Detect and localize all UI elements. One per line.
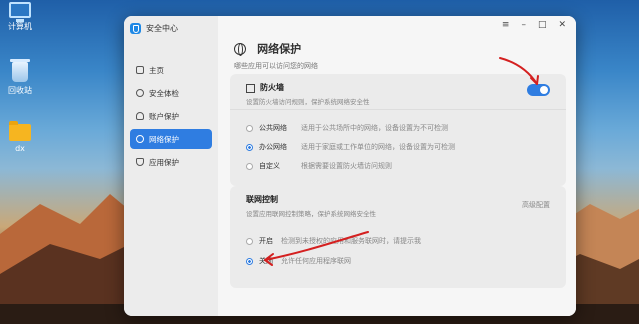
network-option-on[interactable]: 开启 检测到未授权的应用和服务联网时，请提示我 [246, 236, 421, 246]
scan-icon [136, 89, 144, 97]
firewall-icon [246, 84, 255, 93]
firewall-option-office[interactable]: 办公网络 适用于家庭或工作单位的网络，设备设置为可检测 [246, 142, 455, 152]
network-control-header: 联网控制 设置应用联网控制策略，保护系统网络安全性 高级配置 [230, 186, 566, 222]
sidebar-item-label: 账户保护 [149, 111, 179, 121]
option-name: 关闭 [259, 257, 273, 265]
option-name: 公共网络 [259, 124, 287, 132]
window-controls: ≡ – □ ✕ [502, 20, 566, 30]
option-desc: 适用于家庭或工作单位的网络，设备设置为可检测 [301, 143, 455, 151]
firewall-desc: 设置防火墙访问规则，保护系统网络安全性 [246, 98, 370, 106]
trash-icon [10, 59, 30, 82]
close-button[interactable]: ✕ [558, 20, 566, 30]
firewall-option-custom[interactable]: 自定义 根据需要设置防火墙访问规则 [246, 161, 392, 171]
sidebar-item-account[interactable]: 账户保护 [130, 106, 212, 126]
sidebar-item-home[interactable]: 主页 [130, 60, 212, 80]
sidebar-item-label: 安全体检 [149, 88, 179, 98]
page-title: 网络保护 [257, 42, 302, 56]
sidebar-item-label: 网络保护 [149, 134, 179, 144]
firewall-title: 防火墙 [260, 83, 284, 92]
desktop-icon-trash[interactable]: 回收站 [0, 59, 40, 96]
minimize-button[interactable]: – [521, 20, 526, 30]
firewall-toggle[interactable] [527, 84, 550, 96]
sidebar: 安全中心 主页 安全体检 账户保护 网络保护 应用保护 [124, 16, 218, 316]
firewall-option-public[interactable]: 公共网络 适用于公共场所中的网络，设备设置为不可检测 [246, 123, 448, 133]
firewall-card: 防火墙 设置防火墙访问规则，保护系统网络安全性 公共网络 适用于公共场所中的网络… [230, 74, 566, 186]
option-name: 开启 [259, 237, 273, 245]
sidebar-item-scan[interactable]: 安全体检 [130, 83, 212, 103]
option-desc: 适用于公共场所中的网络，设备设置为不可检测 [301, 124, 448, 132]
menu-button[interactable]: ≡ [502, 20, 510, 30]
radio-office[interactable] [246, 143, 253, 151]
security-center-window: 安全中心 主页 安全体检 账户保护 网络保护 应用保护 ≡ – □ ✕ 网络保护… [124, 16, 576, 316]
option-desc: 允许任何应用程序联网 [281, 257, 351, 265]
window-title: 安全中心 [146, 23, 178, 33]
network-option-off[interactable]: 关闭 允许任何应用程序联网 [246, 256, 351, 266]
app-logo-icon [130, 22, 141, 34]
option-name: 自定义 [259, 162, 280, 170]
maximize-button[interactable]: □ [538, 20, 547, 30]
sidebar-item-label: 应用保护 [149, 157, 179, 167]
globe-icon [234, 42, 246, 56]
page-subtitle: 哪些应用可以访问您的网络 [234, 62, 318, 70]
home-icon [136, 66, 144, 74]
network-control-desc: 设置应用联网控制策略，保护系统网络安全性 [246, 210, 376, 218]
desktop-icon-label: dx [15, 144, 25, 153]
option-desc: 根据需要设置防火墙访问规则 [301, 162, 392, 170]
shield-icon [136, 158, 144, 166]
option-name: 办公网络 [259, 143, 287, 151]
desktop-icon-label: 计算机 [8, 22, 32, 31]
window-titlebar: 安全中心 [124, 16, 218, 40]
radio-on[interactable] [246, 237, 253, 245]
desktop-icon-folder[interactable]: dx [0, 121, 40, 153]
radio-off[interactable] [246, 257, 253, 265]
sidebar-item-app-protection[interactable]: 应用保护 [130, 152, 212, 172]
radio-custom[interactable] [246, 162, 253, 170]
advanced-config-link[interactable]: 高级配置 [522, 200, 550, 210]
desktop-icon-computer[interactable]: 计算机 [0, 2, 40, 32]
desktop-icon-label: 回收站 [8, 86, 32, 95]
sidebar-item-label: 主页 [149, 65, 164, 75]
globe-icon [136, 135, 144, 143]
computer-icon [9, 2, 31, 22]
page-header: 网络保护 哪些应用可以访问您的网络 [234, 38, 318, 71]
user-icon [136, 112, 144, 120]
main-panel: ≡ – □ ✕ 网络保护 哪些应用可以访问您的网络 防火墙 设置防火墙访问规则，… [218, 16, 576, 316]
firewall-header: 防火墙 设置防火墙访问规则，保护系统网络安全性 [230, 74, 566, 110]
folder-icon [9, 121, 31, 141]
network-control-card: 联网控制 设置应用联网控制策略，保护系统网络安全性 高级配置 开启 检测到未授权… [230, 186, 566, 288]
sidebar-item-network[interactable]: 网络保护 [130, 129, 212, 149]
sidebar-nav: 主页 安全体检 账户保护 网络保护 应用保护 [124, 60, 218, 172]
option-desc: 检测到未授权的应用和服务联网时，请提示我 [281, 237, 421, 245]
network-control-title: 联网控制 [246, 195, 278, 204]
radio-public[interactable] [246, 124, 253, 132]
